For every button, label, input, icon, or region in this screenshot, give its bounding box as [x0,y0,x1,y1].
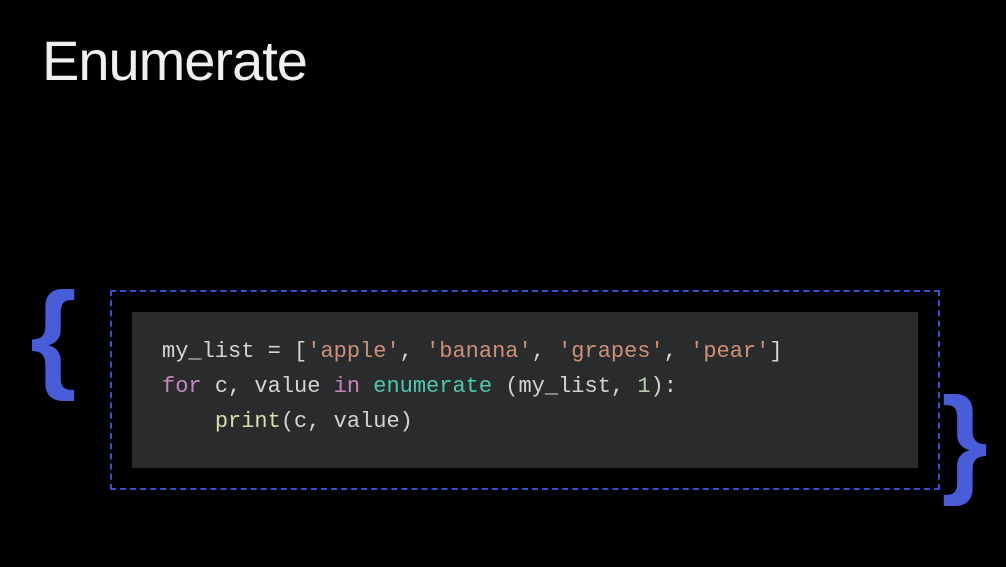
code-token: in [334,374,360,399]
code-token: enumerate [373,374,492,399]
slide-title: Enumerate [42,28,307,93]
brace-left-icon: { [30,275,77,395]
code-token [492,374,505,399]
code-token: grapes [571,339,650,364]
code-token: 1 [637,374,650,399]
code-token: : [664,374,677,399]
code-token: ' [558,339,571,364]
code-token: for [162,374,202,399]
code-token: ' [756,339,769,364]
code-token: ' [307,339,320,364]
code-token: ) [400,409,413,434]
code-token: print [215,409,281,434]
code-token [360,374,373,399]
code-token [202,374,215,399]
code-token: ) [651,374,664,399]
code-token: value [254,374,320,399]
code-token: ' [690,339,703,364]
brace-right-icon: } [941,380,988,500]
code-token: , [307,409,333,434]
code-token: , [532,339,558,364]
code-token [162,409,215,434]
code-token: , [400,339,426,364]
code-token: c [294,409,307,434]
code-token: , [228,374,254,399]
code-block: my_list = ['apple', 'banana', 'grapes', … [132,312,918,468]
code-token: , [611,374,637,399]
code-token: ' [651,339,664,364]
code-token: ] [769,339,782,364]
code-token: pear [703,339,756,364]
code-token: ( [281,409,294,434]
code-token: = [254,339,294,364]
code-token: ' [426,339,439,364]
code-token: ( [505,374,518,399]
code-token: apple [320,339,386,364]
code-token: my_list [162,339,254,364]
code-token: banana [439,339,518,364]
code-token: ' [386,339,399,364]
code-token: my_list [518,374,610,399]
code-token: , [664,339,690,364]
code-token: value [334,409,400,434]
code-token: [ [294,339,307,364]
code-token [320,374,333,399]
code-token: ' [518,339,531,364]
code-frame: my_list = ['apple', 'banana', 'grapes', … [110,290,940,490]
code-token: c [215,374,228,399]
